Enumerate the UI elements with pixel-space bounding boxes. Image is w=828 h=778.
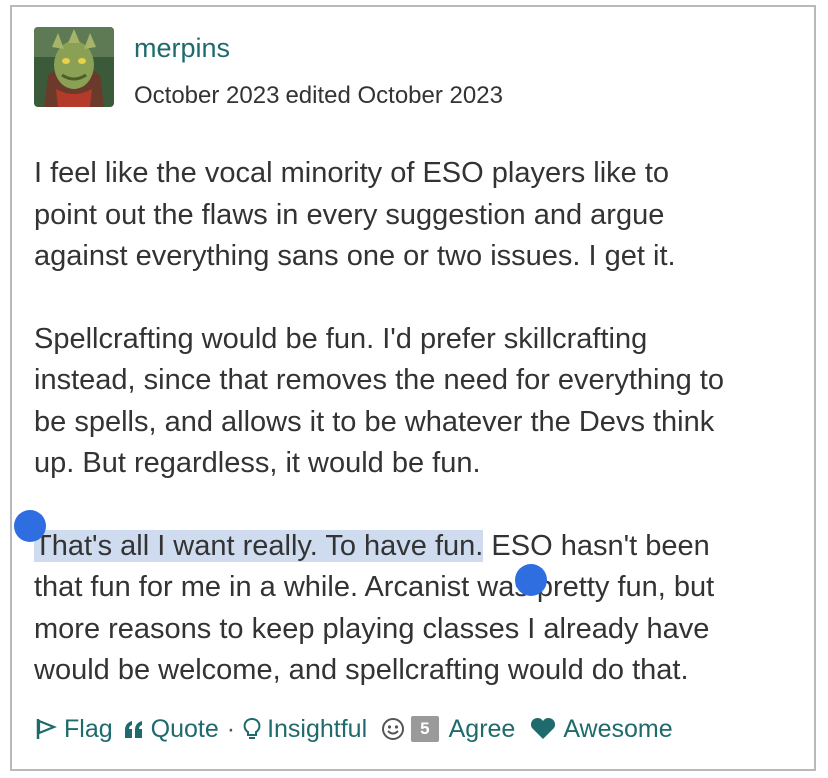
selection-end-handle[interactable] <box>515 564 547 596</box>
heart-icon <box>531 717 556 739</box>
selection-start-handle[interactable] <box>14 510 46 542</box>
quote-button[interactable]: Quote <box>123 715 219 744</box>
post-paragraph: That's all I want really. To have fun. E… <box>34 526 806 692</box>
post-body: I feel like the vocal minority of ESO pl… <box>34 153 806 733</box>
avatar[interactable] <box>34 27 114 107</box>
flag-label: Flag <box>64 714 113 743</box>
flag-button[interactable]: Flag <box>34 715 113 744</box>
lightbulb-icon <box>243 718 261 739</box>
agree-button[interactable]: 5 Agree <box>381 715 515 744</box>
reaction-bar: Flag Quote · Insightful 5 Agree Awesome <box>34 711 673 747</box>
edited-label: edited October 2023 <box>285 82 503 109</box>
agree-count-badge: 5 <box>411 716 439 742</box>
smiley-icon <box>382 718 405 740</box>
agree-label: Agree <box>448 714 516 743</box>
quote-label: Quote <box>150 714 219 743</box>
post-date[interactable]: October 2023 <box>134 82 279 109</box>
flag-icon <box>36 719 57 739</box>
quote-icon <box>124 721 142 738</box>
awesome-label: Awesome <box>563 714 673 743</box>
post-meta: October 2023 edited October 2023 <box>134 82 509 110</box>
author-name[interactable]: merpins <box>134 33 230 64</box>
post-paragraph: Spellcrafting would be fun. I'd prefer s… <box>34 322 724 480</box>
selected-text: That's all I want really. To have fun. <box>34 529 484 562</box>
comment-card: merpins October 2023 edited October 2023 … <box>10 5 816 771</box>
post-paragraph: I feel like the vocal minority of ESO pl… <box>34 157 676 272</box>
awesome-button[interactable]: Awesome <box>529 714 673 744</box>
reaction-separator: · <box>226 714 236 743</box>
insightful-button[interactable]: Insightful <box>243 715 367 744</box>
insightful-label: Insightful <box>267 714 368 743</box>
